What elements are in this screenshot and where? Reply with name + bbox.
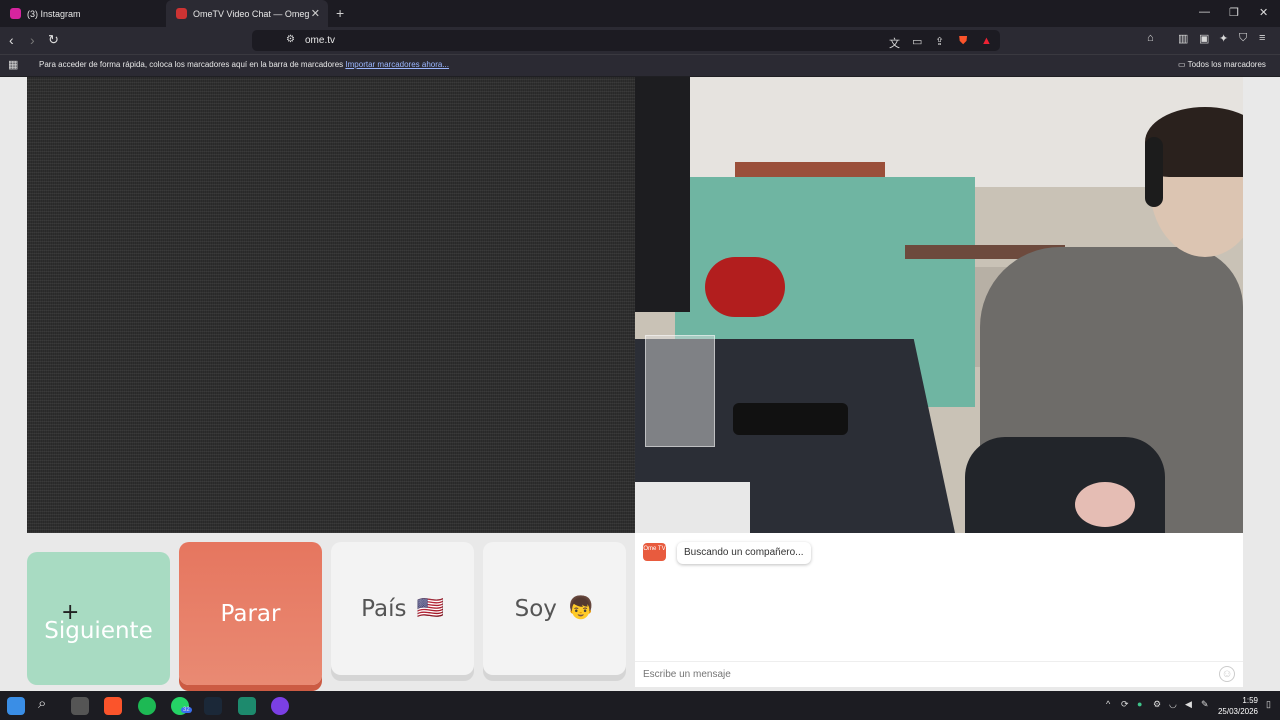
leo-ai-icon[interactable]: ✦ xyxy=(1219,32,1228,45)
tab-bar: (3) Instagram OmeTV Video Chat — Omeg ✕ … xyxy=(0,0,1280,27)
next-label: Siguiente xyxy=(44,617,153,644)
gender-label: Soy xyxy=(514,595,557,622)
country-button[interactable]: País 🇺🇸 xyxy=(331,542,474,675)
site-settings-icon[interactable]: ⚙ xyxy=(286,34,295,45)
whatsapp-badge: 32 xyxy=(181,707,192,713)
tab-search-icon[interactable]: ⌂ xyxy=(1147,32,1154,44)
back-button[interactable]: ‹ xyxy=(9,32,14,48)
translate-icon[interactable]: 文 xyxy=(889,35,900,51)
partner-video xyxy=(27,77,635,533)
clock-date: 25/03/2026 xyxy=(1217,707,1258,716)
url-bar[interactable]: ⚙ ome.tv 文 ▭ ⇪ ⛊ ▲ xyxy=(252,30,1000,51)
emoji-picker-icon[interactable]: ☺ xyxy=(1219,666,1235,682)
sidebar-icon[interactable]: ▥ xyxy=(1178,32,1188,45)
next-button[interactable]: + Siguiente xyxy=(27,552,170,685)
app-icon-2[interactable] xyxy=(271,697,289,715)
notifications-icon[interactable]: ▯ xyxy=(1266,699,1271,710)
close-window-button[interactable]: ✕ xyxy=(1259,6,1268,19)
stop-button[interactable]: Parar xyxy=(179,542,322,685)
all-bookmarks-folder[interactable]: ▭ Todos los marcadores xyxy=(1178,60,1266,69)
minimize-button[interactable]: — xyxy=(1199,6,1210,18)
search-icon[interactable]: ⌕ xyxy=(38,695,46,712)
ometv-page: + Siguiente Parar País 🇺🇸 Soy 👦 Ome TV B… xyxy=(0,77,1280,691)
stop-label: Parar xyxy=(220,600,281,627)
menu-icon[interactable]: ≡ xyxy=(1259,32,1265,44)
taskbar: ⌕ 32 ^ ⟳ ● ⚙ ◡ ◀ ✎ 1:59 25/03/2026 ▯ xyxy=(0,691,1280,720)
close-tab-icon[interactable]: ✕ xyxy=(311,7,320,20)
wifi-icon[interactable]: ◡ xyxy=(1169,699,1177,710)
new-tab-button[interactable]: + xyxy=(336,5,344,21)
ometv-tab-icon xyxy=(176,8,187,19)
bookmarks-hint: Para acceder de forma rápida, coloca los… xyxy=(39,60,344,69)
chat-panel: Ome TV Buscando un compañero... ☺ xyxy=(635,533,1243,687)
us-flag-icon: 🇺🇸 xyxy=(416,596,444,621)
brave-rewards-icon[interactable]: ▲ xyxy=(981,35,992,47)
country-label: País xyxy=(361,595,407,622)
apps-icon[interactable]: ▦ xyxy=(8,58,18,71)
clock-time: 1:59 xyxy=(1242,696,1258,705)
volume-icon[interactable]: ◀ xyxy=(1185,699,1192,710)
instagram-icon xyxy=(10,8,21,19)
restore-button[interactable]: ❐ xyxy=(1229,6,1239,19)
tray-app-icon[interactable]: ⟳ xyxy=(1121,699,1129,710)
bookmarks-bar: ▦ Para acceder de forma rápida, coloca l… xyxy=(0,54,1280,76)
ometv-logo-icon: Ome TV xyxy=(643,543,666,561)
tab-instagram[interactable]: (3) Instagram xyxy=(0,0,166,27)
message-input[interactable] xyxy=(635,661,1243,687)
spotify-icon[interactable] xyxy=(138,697,156,715)
boy-icon: 👦 xyxy=(566,596,595,621)
clock[interactable]: 1:59 25/03/2026 xyxy=(1216,695,1258,717)
tab-label: OmeTV Video Chat — Omeg xyxy=(193,8,310,19)
task-view-icon[interactable] xyxy=(71,697,89,715)
windows-start-icon[interactable] xyxy=(7,697,25,715)
cast-icon[interactable]: ▭ xyxy=(912,35,922,48)
forward-button[interactable]: › xyxy=(30,32,35,48)
import-bookmarks-link[interactable]: Importar marcadores ahora... xyxy=(345,60,449,69)
tray-app-icon-2[interactable]: ● xyxy=(1137,699,1142,709)
tray-steam-icon[interactable]: ⚙ xyxy=(1153,699,1161,710)
tab-ometv[interactable]: OmeTV Video Chat — Omeg ✕ xyxy=(166,0,328,27)
pen-icon[interactable]: ✎ xyxy=(1201,699,1209,710)
logo-text: Ome TV xyxy=(643,546,666,552)
url-text: ome.tv xyxy=(305,35,336,46)
brave-icon[interactable] xyxy=(104,697,122,715)
reload-button[interactable]: ↻ xyxy=(48,32,59,48)
status-message: Buscando un compañero... xyxy=(677,542,811,564)
app-icon[interactable] xyxy=(238,697,256,715)
gender-button[interactable]: Soy 👦 xyxy=(483,542,626,675)
vpn-icon[interactable]: ⛉ xyxy=(1239,32,1247,45)
share-icon[interactable]: ⇪ xyxy=(935,35,944,48)
tab-label: (3) Instagram xyxy=(27,8,81,19)
steam-icon[interactable] xyxy=(204,697,222,715)
toolbar: ‹ › ↻ ❚ ⚙ ome.tv 文 ▭ ⇪ ⛊ ▲ ⌂ ▥ ▣ ✦ ⛉ ≡ xyxy=(0,27,1280,54)
all-bookmarks-label: Todos los marcadores xyxy=(1187,60,1266,69)
wallet-icon[interactable]: ▣ xyxy=(1199,32,1209,45)
tray-overflow-icon[interactable]: ^ xyxy=(1106,699,1110,709)
self-camera-video xyxy=(635,77,1243,533)
brave-shield-icon[interactable]: ⛊ xyxy=(959,35,967,48)
folder-icon: ▭ xyxy=(1178,60,1186,69)
